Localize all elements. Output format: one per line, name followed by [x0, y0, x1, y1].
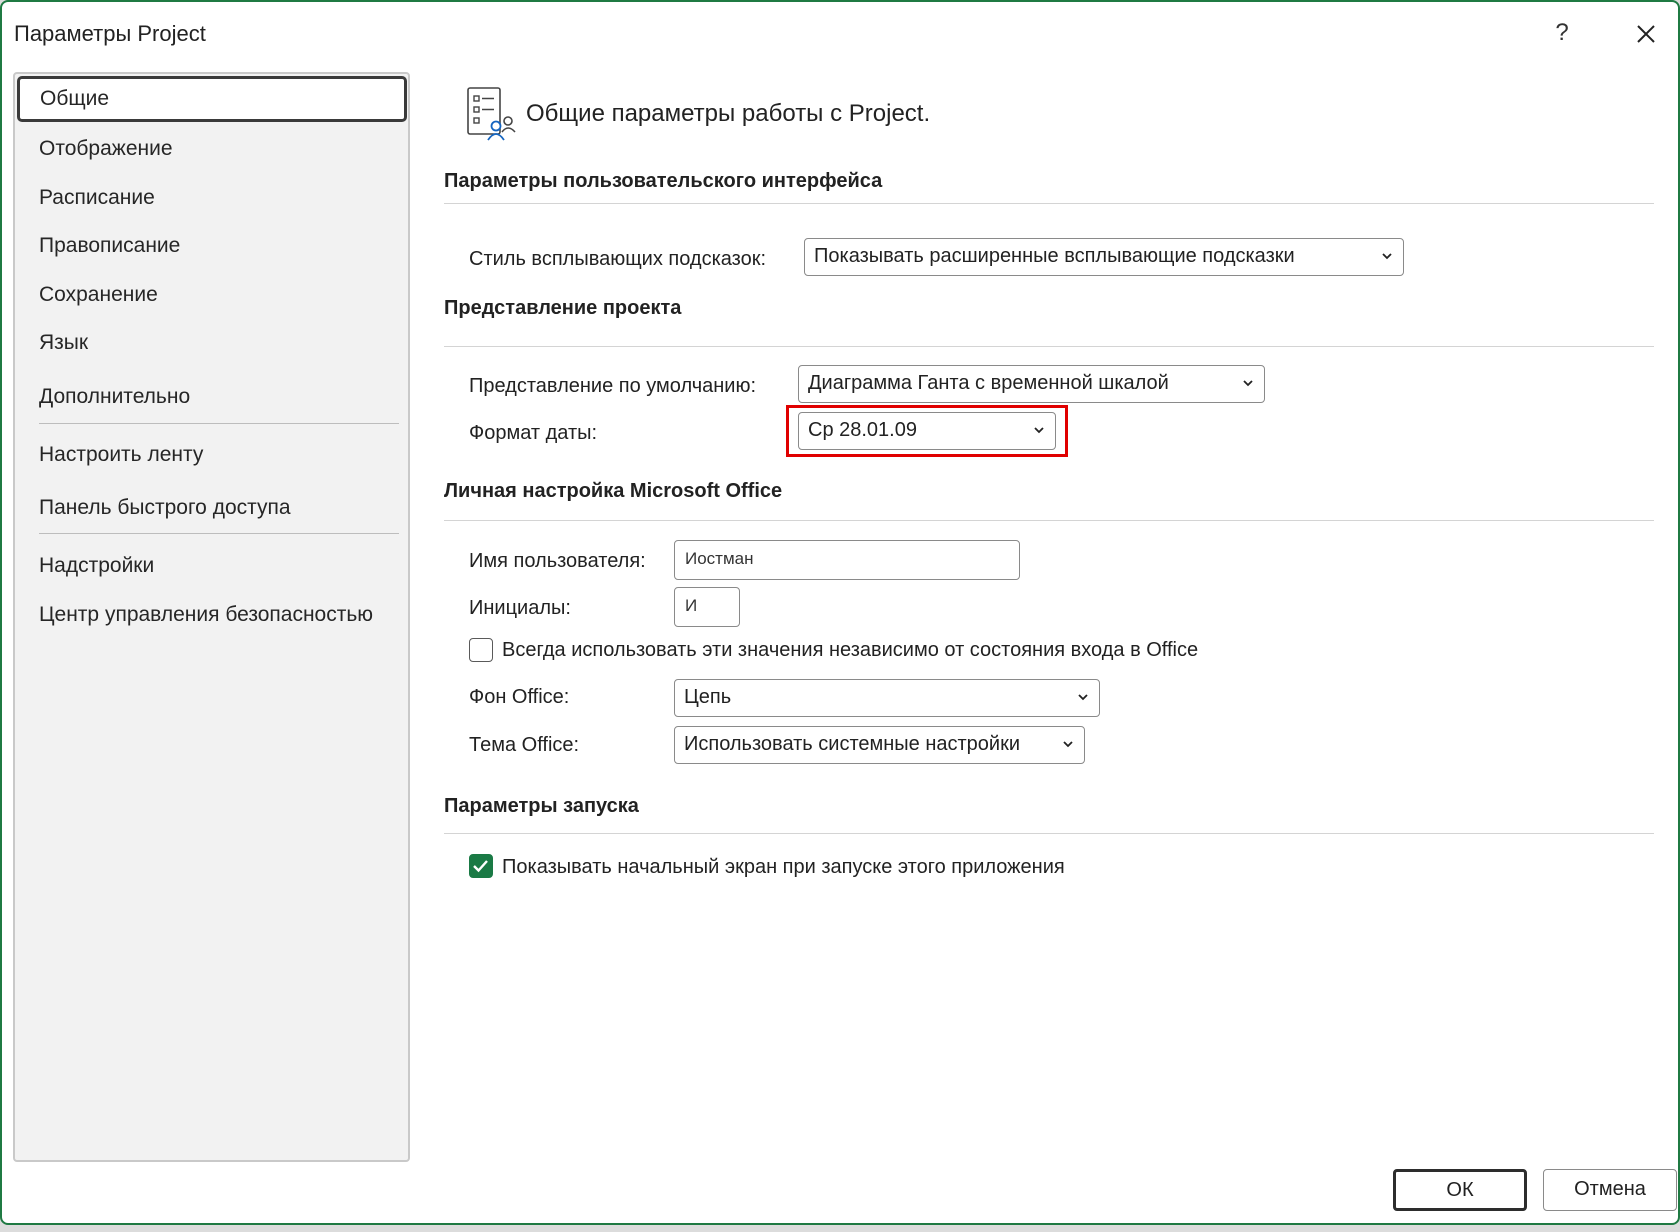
sidebar-item-display[interactable]: Отображение — [39, 137, 173, 161]
tooltip-style-value: Показывать расширенные всплывающие подск… — [814, 245, 1295, 267]
initials-value: И — [685, 596, 698, 615]
office-theme-label: Тема Office: — [469, 734, 580, 756]
always-use-checkbox[interactable] — [469, 638, 493, 662]
sidebar-divider — [39, 423, 399, 424]
ok-button[interactable]: ОК — [1393, 1169, 1527, 1211]
sidebar-item-general[interactable]: Общие — [17, 76, 407, 122]
sidebar-divider — [39, 533, 399, 534]
default-view-value: Диаграмма Ганта с временной шкалой — [808, 372, 1169, 394]
general-options-icon — [466, 86, 518, 142]
tooltip-style-dropdown[interactable]: Показывать расширенные всплывающие подск… — [804, 238, 1404, 276]
dialog-title: Параметры Project — [14, 21, 206, 46]
sidebar-item-advanced[interactable]: Дополнительно — [39, 385, 190, 409]
section-divider — [444, 346, 1654, 347]
office-background-label: Фон Office: — [469, 686, 570, 708]
checkmark-icon — [473, 860, 488, 873]
date-format-value: Ср 28.01.09 — [808, 419, 917, 441]
sidebar-item-customize-ribbon[interactable]: Настроить ленту — [39, 443, 203, 467]
chevron-down-icon — [1034, 427, 1044, 434]
sidebar-item-proofing[interactable]: Правописание — [39, 234, 180, 258]
section-title-office: Личная настройка Microsoft Office — [444, 480, 783, 502]
close-button[interactable] — [1626, 16, 1666, 52]
options-dialog: Параметры Project ? Общие Отображение Ра… — [0, 0, 1680, 1225]
date-format-label: Формат даты: — [469, 422, 598, 444]
show-start-screen-checkbox[interactable] — [469, 854, 493, 878]
section-title-ui: Параметры пользовательского интерфейса — [444, 170, 883, 192]
page-header: Общие параметры работы с Project. — [526, 100, 931, 127]
close-icon — [1637, 25, 1655, 43]
office-theme-dropdown[interactable]: Использовать системные настройки — [674, 726, 1085, 764]
chevron-down-icon — [1243, 380, 1253, 387]
show-start-screen-label: Показывать начальный экран при запуске э… — [502, 856, 1065, 878]
tooltip-style-label: Стиль всплывающих подсказок: — [469, 248, 767, 270]
sidebar-item-addins[interactable]: Надстройки — [39, 554, 154, 578]
sidebar-item-trust-center[interactable]: Центр управления безопасностью — [39, 603, 373, 627]
sidebar-item-schedule[interactable]: Расписание — [39, 186, 155, 210]
sidebar-item-quick-access[interactable]: Панель быстрого доступа — [39, 496, 291, 520]
office-theme-value: Использовать системные настройки — [684, 733, 1021, 755]
always-use-label: Всегда использовать эти значения независ… — [502, 639, 1199, 661]
username-input[interactable]: Иостман — [674, 540, 1020, 580]
section-divider — [444, 520, 1654, 521]
help-button[interactable]: ? — [1548, 16, 1576, 50]
default-view-label: Представление по умолчанию: — [469, 375, 757, 397]
sidebar-item-language[interactable]: Язык — [39, 331, 88, 355]
office-background-value: Цепь — [684, 686, 732, 708]
chevron-down-icon — [1078, 694, 1088, 701]
sidebar-item-save[interactable]: Сохранение — [39, 283, 158, 307]
chevron-down-icon — [1382, 253, 1392, 260]
sidebar-nav: Общие Отображение Расписание Правописани… — [13, 72, 410, 1162]
initials-input[interactable]: И — [674, 587, 740, 627]
initials-label: Инициалы: — [469, 597, 571, 619]
section-divider — [444, 203, 1654, 204]
username-label: Имя пользователя: — [469, 550, 646, 572]
chevron-down-icon — [1063, 741, 1073, 748]
office-background-dropdown[interactable]: Цепь — [674, 679, 1100, 717]
cancel-button[interactable]: Отмена — [1543, 1169, 1677, 1211]
section-title-project-view: Представление проекта — [444, 297, 682, 319]
date-format-dropdown[interactable]: Ср 28.01.09 — [798, 412, 1056, 450]
default-view-dropdown[interactable]: Диаграмма Ганта с временной шкалой — [798, 365, 1265, 403]
section-title-startup: Параметры запуска — [444, 795, 639, 817]
section-divider — [444, 833, 1654, 834]
username-value: Иостман — [685, 549, 754, 568]
title-bar: Параметры Project ? — [2, 2, 1678, 64]
